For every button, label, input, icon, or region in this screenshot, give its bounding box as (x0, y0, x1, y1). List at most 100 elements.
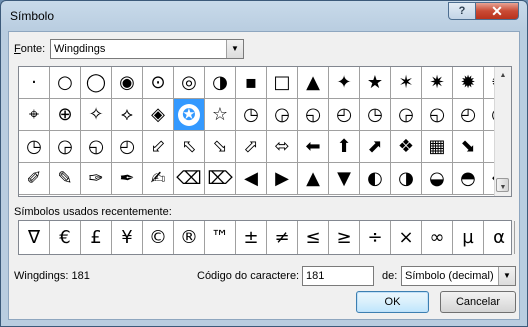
symbol-cell[interactable]: ▲ (298, 163, 329, 195)
symbol-cell[interactable]: ✦ (329, 67, 360, 99)
symbol-cell[interactable]: ◶ (391, 99, 422, 131)
font-label-accesskey: F (14, 43, 21, 55)
symbol-cell[interactable]: ✷ (422, 67, 453, 99)
symbol-cell[interactable]: ⬊ (453, 131, 484, 163)
symbol-cell[interactable]: ✎ (50, 163, 81, 195)
font-select[interactable]: Wingdings ▼ (50, 39, 244, 59)
recent-symbol-cell[interactable]: £ (81, 221, 112, 254)
symbol-cell[interactable]: ◓ (453, 163, 484, 195)
symbol-cell[interactable]: ◶ (267, 99, 298, 131)
recent-symbol-cell[interactable]: ≥ (329, 221, 360, 254)
symbol-cell[interactable]: ⌖ (19, 99, 50, 131)
symbol-cell[interactable]: ✹ (453, 67, 484, 99)
recent-symbol-cell[interactable]: × (391, 221, 422, 254)
close-button[interactable]: ✕ (475, 2, 519, 20)
recent-symbols-label: Símbolos usados recentemente: (14, 206, 172, 218)
from-label: de: (382, 270, 398, 282)
symbol-cell[interactable]: ◉ (112, 67, 143, 99)
recent-symbol-cell[interactable]: α (484, 221, 515, 254)
symbol-cell[interactable]: ⬂ (205, 131, 236, 163)
symbol-cell[interactable]: ◈ (143, 99, 174, 131)
symbol-cell[interactable]: ✑ (81, 163, 112, 195)
recent-symbol-cell[interactable]: µ (453, 221, 484, 254)
symbol-cell[interactable]: ✒ (112, 163, 143, 195)
recent-symbol-cell[interactable]: ÷ (360, 221, 391, 254)
help-button[interactable]: ? (448, 2, 476, 20)
recent-symbol-cell[interactable]: ™ (205, 221, 236, 254)
symbol-cell[interactable]: ◵ (422, 99, 453, 131)
from-select-value: Símbolo (decimal) (405, 270, 494, 282)
recent-symbol-cell[interactable]: ∞ (422, 221, 453, 254)
ok-button[interactable]: OK (356, 291, 429, 313)
grid-scrollbar[interactable]: ▲ ▼ (494, 67, 511, 196)
symbol-cell-selected[interactable]: ✪ (174, 99, 205, 131)
symbol-cell[interactable]: ▶ (267, 163, 298, 195)
chevron-down-icon[interactable]: ▼ (226, 40, 243, 58)
symbol-cell[interactable]: ⌦ (205, 163, 236, 195)
symbol-cell[interactable]: ◴ (329, 99, 360, 131)
symbol-cell[interactable]: ◐ (360, 163, 391, 195)
symbol-cell[interactable]: ☆ (205, 99, 236, 131)
font-select-value: Wingdings (54, 43, 106, 55)
title-bar: Símbolo ? ✕ (1, 1, 527, 31)
symbol-cell[interactable]: ⬄ (267, 131, 298, 163)
symbol-cell[interactable]: ◒ (422, 163, 453, 195)
symbol-cell[interactable]: ◶ (50, 131, 81, 163)
recent-symbol-cell[interactable]: ® (174, 221, 205, 254)
symbol-cell[interactable]: ⟡ (112, 99, 143, 131)
symbol-cell[interactable]: ✶ (391, 67, 422, 99)
symbol-cell[interactable]: ◴ (453, 99, 484, 131)
symbol-cell[interactable]: □ (267, 67, 298, 99)
scroll-up-icon[interactable]: ▲ (495, 67, 511, 84)
symbol-cell[interactable]: ◵ (298, 99, 329, 131)
symbol-cell[interactable]: ▲ (298, 67, 329, 99)
symbol-cell[interactable]: ✐ (19, 163, 50, 195)
symbol-cell[interactable]: ⬅ (298, 131, 329, 163)
symbol-cell[interactable]: ⌫ (174, 163, 205, 195)
recent-symbol-cell[interactable]: ≤ (298, 221, 329, 254)
symbol-cell[interactable]: ○ (50, 67, 81, 99)
font-label: Fonte: (14, 43, 45, 55)
symbol-cell[interactable]: ⊕ (50, 99, 81, 131)
symbol-cell[interactable]: ◵ (81, 131, 112, 163)
cancel-button[interactable]: Cancelar (440, 291, 516, 313)
character-code-input[interactable]: 181 (302, 266, 374, 286)
symbol-cell[interactable]: · (19, 67, 50, 99)
recent-symbols-row: ∇ € £ ¥ © ® ™ ± ≠ ≤ ≥ ÷ × ∞ µ α (18, 220, 515, 255)
symbol-cell[interactable]: ◷ (19, 131, 50, 163)
symbol-cell[interactable]: ✧ (81, 99, 112, 131)
symbol-grid: ·○◯◉⊙◎◑▪□▲✦★✶✷✹✺⌖⊕✧⟡◈✪☆◷◶◵◴◷◶◵◴◷◷◶◵◴⬃⬁⬂⬀… (18, 66, 512, 197)
window-title: Símbolo (10, 9, 55, 23)
symbol-cell[interactable]: ◀ (236, 163, 267, 195)
symbol-cell[interactable]: ▼ (329, 163, 360, 195)
from-select[interactable]: Símbolo (decimal) ▼ (401, 266, 516, 286)
symbol-cell[interactable]: ◑ (205, 67, 236, 99)
font-label-text: onte: (20, 43, 46, 55)
scroll-down-icon[interactable]: ▼ (495, 179, 511, 196)
symbol-cell[interactable]: ✍ (143, 163, 174, 195)
symbol-cell[interactable]: ⬈ (360, 131, 391, 163)
chevron-down-icon[interactable]: ▼ (498, 267, 515, 285)
symbol-cell[interactable]: ⬃ (143, 131, 174, 163)
symbol-cell[interactable]: ◷ (236, 99, 267, 131)
symbol-cell[interactable]: ◑ (391, 163, 422, 195)
recent-symbol-cell[interactable]: ≠ (267, 221, 298, 254)
symbol-cell[interactable]: ⬁ (174, 131, 205, 163)
symbol-cell[interactable]: ❖ (391, 131, 422, 163)
symbol-cell[interactable]: ▪ (236, 67, 267, 99)
recent-symbol-cell[interactable]: € (50, 221, 81, 254)
recent-symbol-cell[interactable]: ¥ (112, 221, 143, 254)
symbol-cell[interactable]: ◎ (174, 67, 205, 99)
recent-symbol-cell[interactable]: © (143, 221, 174, 254)
symbol-cell[interactable]: ◯ (81, 67, 112, 99)
symbol-cell[interactable]: ⬆ (329, 131, 360, 163)
symbol-cell[interactable]: ◷ (360, 99, 391, 131)
symbol-cell[interactable]: ⊙ (143, 67, 174, 99)
symbol-cell[interactable]: ◴ (112, 131, 143, 163)
character-code-label: Código do caractere: (197, 270, 300, 282)
symbol-cell[interactable]: ★ (360, 67, 391, 99)
recent-symbol-cell[interactable]: ∇ (19, 221, 50, 254)
symbol-cell[interactable]: ▦ (422, 131, 453, 163)
symbol-cell[interactable]: ⬀ (236, 131, 267, 163)
recent-symbol-cell[interactable]: ± (236, 221, 267, 254)
